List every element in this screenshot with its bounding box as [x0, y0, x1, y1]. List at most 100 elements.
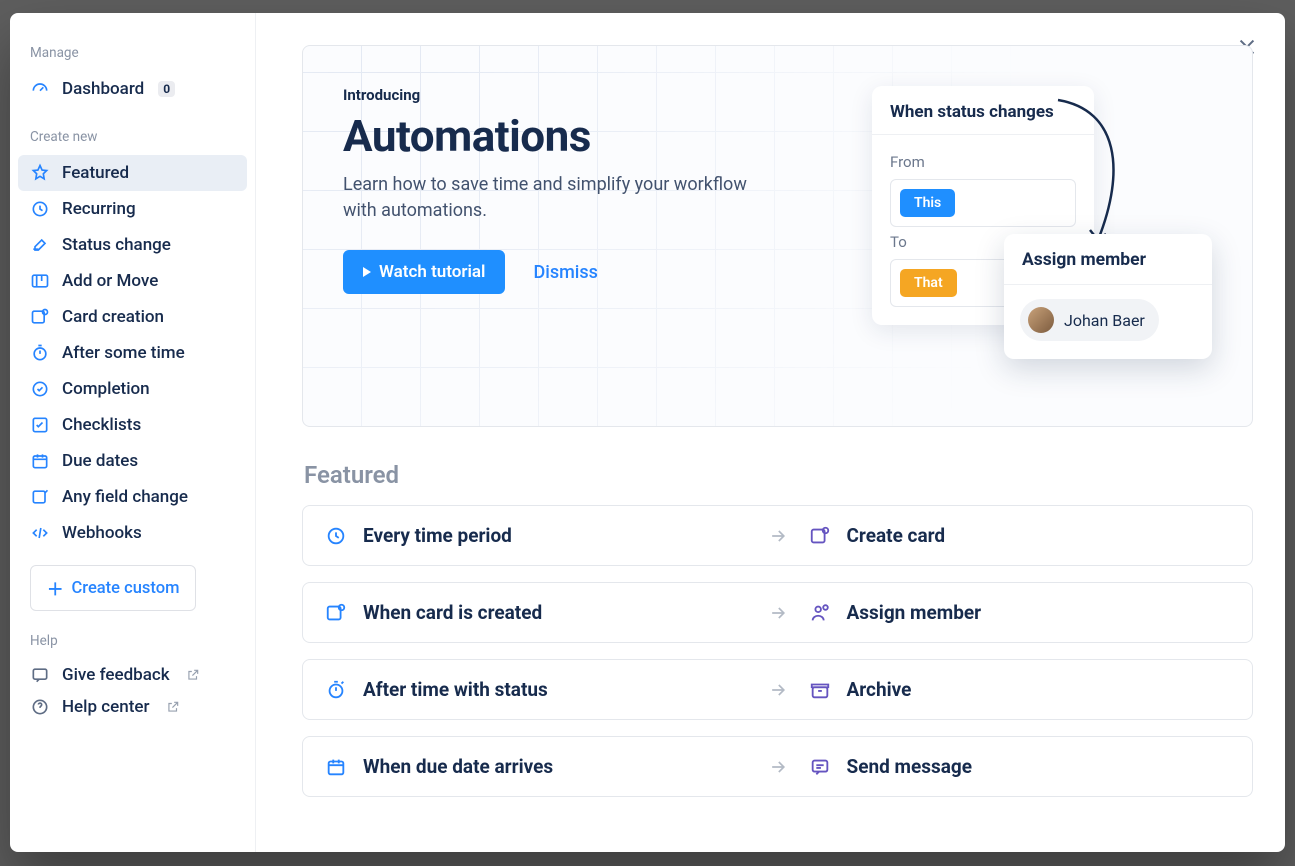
sidebar-item-completion[interactable]: Completion — [18, 371, 247, 407]
create-custom-label: Create custom — [72, 579, 180, 598]
board-icon — [30, 271, 50, 291]
automation-trigger: When due date arrives — [325, 755, 747, 778]
avatar-icon — [1028, 307, 1054, 333]
illustration-action-card: Assign member Johan Baer — [1004, 234, 1212, 359]
intro-illustration: When status changes From This To That — [797, 86, 1212, 386]
watch-tutorial-label: Watch tutorial — [379, 262, 485, 282]
automation-trigger: Every time period — [325, 524, 747, 547]
sidebar: Manage Dashboard 0 Create new Featured R… — [10, 13, 256, 852]
automation-row[interactable]: When due date arrives Send message — [302, 736, 1253, 797]
message-icon — [809, 756, 831, 778]
action-label: Create card — [847, 524, 946, 547]
sidebar-item-recurring[interactable]: Recurring — [18, 191, 247, 227]
card-create-icon — [809, 525, 831, 547]
sidebar-item-status-change[interactable]: Status change — [18, 227, 247, 263]
member-name: Johan Baer — [1064, 311, 1145, 330]
star-icon — [30, 163, 50, 183]
token-that: That — [900, 269, 957, 297]
intro-text: Introducing Automations Learn how to sav… — [343, 86, 773, 386]
sidebar-item-label: Status change — [62, 235, 171, 255]
intro-subtitle: Learn how to save time and simplify your… — [343, 172, 773, 224]
automation-row[interactable]: Every time period Create card — [302, 505, 1253, 566]
calendar-icon — [325, 756, 347, 778]
sidebar-item-webhooks[interactable]: Webhooks — [18, 515, 247, 551]
checklist-icon — [30, 415, 50, 435]
sidebar-section-manage: Manage Dashboard 0 — [18, 45, 247, 107]
watch-tutorial-button[interactable]: Watch tutorial — [343, 250, 505, 294]
sidebar-item-label: Featured — [62, 163, 129, 183]
clock-icon — [30, 199, 50, 219]
automation-trigger: When card is created — [325, 601, 747, 624]
sidebar-item-label: After some time — [62, 343, 185, 363]
automation-action: Create card — [809, 524, 1231, 547]
trigger-label: Every time period — [363, 524, 512, 547]
sidebar-item-label: Card creation — [62, 307, 164, 327]
section-label-help: Help — [18, 633, 247, 659]
action-label: Archive — [847, 678, 912, 701]
clock-icon — [325, 525, 347, 547]
sidebar-section-create: Create new Featured Recurring Status cha… — [18, 129, 247, 611]
play-icon — [363, 267, 371, 277]
sidebar-item-help-center[interactable]: Help center — [18, 691, 247, 723]
member-chip: Johan Baer — [1020, 299, 1159, 341]
sidebar-item-after-time[interactable]: After some time — [18, 335, 247, 371]
help-center-label: Help center — [62, 697, 150, 717]
automation-action: Archive — [809, 678, 1231, 701]
sidebar-item-label: Recurring — [62, 199, 136, 219]
automation-list: Every time period Create card When card is… — [302, 505, 1253, 797]
sidebar-item-due-dates[interactable]: Due dates — [18, 443, 247, 479]
trigger-card-title: When status changes — [872, 86, 1094, 135]
token-this: This — [900, 189, 955, 217]
from-token-box: This — [890, 179, 1076, 227]
automations-modal: Manage Dashboard 0 Create new Featured R… — [10, 13, 1285, 852]
stopwatch-icon — [30, 343, 50, 363]
section-label-manage: Manage — [18, 45, 247, 71]
calendar-icon — [30, 451, 50, 471]
give-feedback-label: Give feedback — [62, 665, 170, 685]
automation-row[interactable]: After time with status Archive — [302, 659, 1253, 720]
sidebar-section-help: Help Give feedback Help center — [18, 633, 247, 723]
card-create-icon — [325, 602, 347, 624]
main-content: Introducing Automations Learn how to sav… — [256, 13, 1285, 852]
dashboard-badge: 0 — [158, 81, 175, 97]
sidebar-item-dashboard[interactable]: Dashboard 0 — [18, 71, 247, 107]
card-create-icon — [30, 307, 50, 327]
intro-eyebrow: Introducing — [343, 86, 773, 104]
action-card-title: Assign member — [1004, 234, 1212, 285]
trigger-label: After time with status — [363, 678, 548, 701]
arrow-right-icon — [767, 602, 789, 624]
intro-banner: Introducing Automations Learn how to sav… — [302, 45, 1253, 427]
external-link-icon — [166, 700, 180, 714]
sidebar-item-checklists[interactable]: Checklists — [18, 407, 247, 443]
sidebar-item-add-move[interactable]: Add or Move — [18, 263, 247, 299]
automation-trigger: After time with status — [325, 678, 747, 701]
feedback-icon — [30, 665, 50, 685]
sidebar-item-featured[interactable]: Featured — [18, 155, 247, 191]
action-label: Assign member — [847, 601, 982, 624]
intro-title: Automations — [343, 110, 773, 162]
sidebar-item-label: Due dates — [62, 451, 138, 471]
sidebar-item-label: Completion — [62, 379, 150, 399]
arrow-right-icon — [767, 756, 789, 778]
dismiss-button[interactable]: Dismiss — [533, 262, 597, 283]
arrow-right-icon — [767, 525, 789, 547]
create-custom-button[interactable]: ＋ Create custom — [30, 565, 196, 611]
sidebar-item-label: Any field change — [62, 487, 188, 507]
assign-member-icon — [809, 602, 831, 624]
stopwatch-icon — [325, 679, 347, 701]
plus-icon: ＋ — [47, 576, 64, 600]
sidebar-item-give-feedback[interactable]: Give feedback — [18, 659, 247, 691]
sidebar-item-card-creation[interactable]: Card creation — [18, 299, 247, 335]
automation-row[interactable]: When card is created Assign member — [302, 582, 1253, 643]
trigger-label: When card is created — [363, 601, 542, 624]
action-label: Send message — [847, 755, 973, 778]
gauge-icon — [30, 79, 50, 99]
sidebar-item-label: Webhooks — [62, 523, 142, 543]
from-label: From — [890, 153, 1076, 171]
dashboard-label: Dashboard — [62, 79, 144, 99]
code-icon — [30, 523, 50, 543]
archive-icon — [809, 679, 831, 701]
automation-action: Assign member — [809, 601, 1231, 624]
sidebar-item-field-change[interactable]: Any field change — [18, 479, 247, 515]
edit-icon — [30, 235, 50, 255]
